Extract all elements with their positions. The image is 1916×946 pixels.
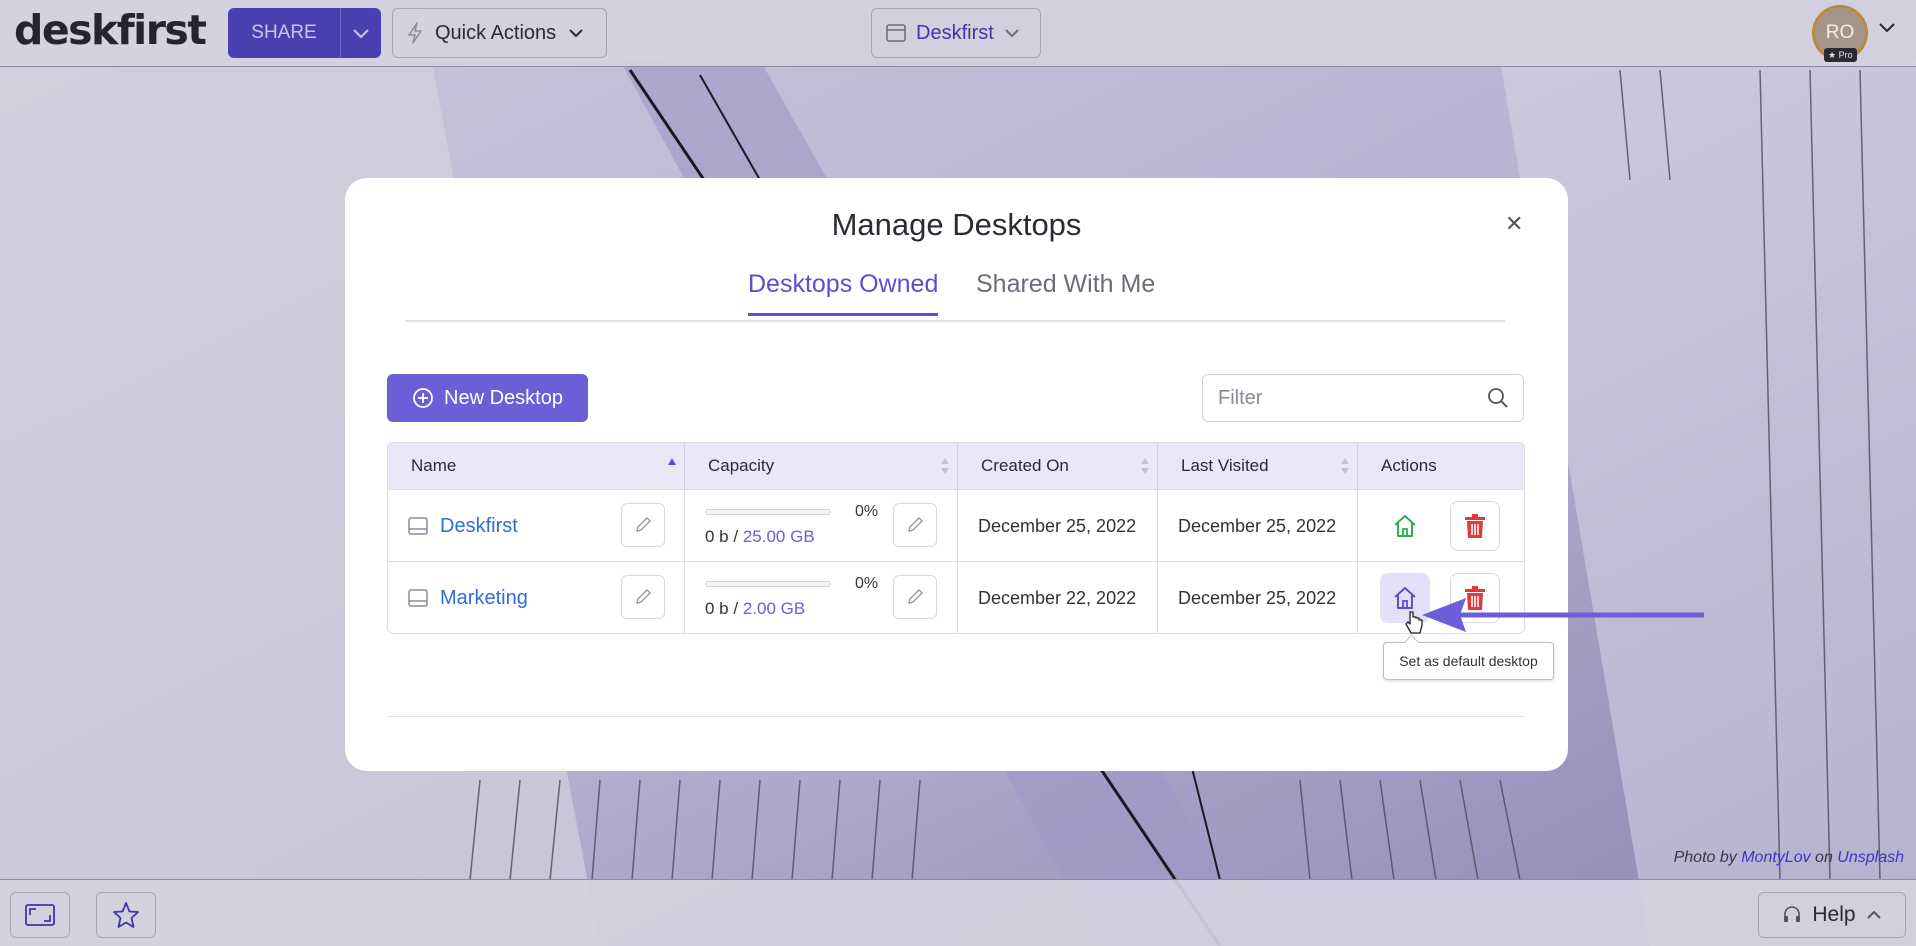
close-icon[interactable]: ✕	[1505, 212, 1523, 237]
new-desktop-label: New Desktop	[444, 386, 563, 409]
search-icon[interactable]	[1487, 387, 1509, 409]
new-desktop-button[interactable]: New Desktop	[387, 374, 588, 422]
home-icon	[1394, 587, 1416, 609]
fullscreen-icon	[25, 904, 55, 926]
pencil-icon	[908, 589, 923, 604]
edit-capacity-button[interactable]	[893, 575, 937, 619]
modal-divider	[387, 716, 1525, 717]
desktop-icon	[408, 589, 428, 607]
manage-desktops-modal: Manage Desktops ✕ Desktops Owned Shared …	[345, 178, 1568, 771]
created-on-cell: December 25, 2022	[958, 490, 1158, 562]
sort-icon	[1341, 458, 1349, 474]
column-header-label: Last Visited	[1181, 456, 1269, 475]
name-cell: Marketing	[388, 562, 685, 633]
desktop-selector-label: Deskfirst	[916, 21, 994, 44]
trash-icon	[1465, 514, 1485, 538]
credit-prefix: Photo by	[1673, 849, 1737, 866]
hand-cursor-icon	[1405, 611, 1423, 634]
author-link[interactable]: MontyLov	[1741, 849, 1810, 866]
star-icon	[113, 902, 139, 928]
desktop-icon	[408, 517, 428, 535]
table-header: Name Capacity Created On Last Visited Ac…	[388, 443, 1524, 489]
capacity-percent: 0%	[855, 503, 879, 520]
chevron-down-icon	[1005, 29, 1019, 38]
chevron-down-icon[interactable]	[1878, 22, 1896, 34]
chevron-up-icon	[1866, 910, 1881, 919]
favorites-button[interactable]	[96, 892, 156, 938]
actions-cell	[1358, 490, 1524, 562]
tab-desktops-owned[interactable]: Desktops Owned	[748, 270, 939, 316]
home-icon	[1394, 515, 1416, 537]
top-bar: deskfirst SHARE Quick Actions Deskfirst …	[0, 0, 1916, 67]
capacity-progress-bar	[705, 581, 831, 587]
edit-name-button[interactable]	[621, 575, 665, 619]
capacity-percent: 0%	[855, 575, 879, 592]
plus-circle-icon	[413, 388, 433, 408]
edit-capacity-button[interactable]	[893, 503, 937, 547]
lightning-icon	[408, 22, 422, 44]
column-header-last-visited[interactable]: Last Visited	[1158, 443, 1358, 489]
pencil-icon	[636, 517, 651, 532]
headset-icon	[1784, 906, 1801, 922]
column-header-capacity[interactable]: Capacity	[685, 443, 958, 489]
column-header-label: Capacity	[708, 456, 775, 475]
modal-title: Manage Desktops	[831, 207, 1082, 242]
last-visited-cell: December 25, 2022	[1158, 490, 1358, 562]
share-button-group: SHARE	[228, 8, 381, 58]
desktop-name-link[interactable]: Deskfirst	[440, 515, 518, 538]
quick-actions-button[interactable]: Quick Actions	[392, 8, 607, 58]
capacity-text: 0 b / 25.00 GB	[705, 527, 815, 546]
column-header-created-on[interactable]: Created On	[958, 443, 1158, 489]
last-visited-cell: December 25, 2022	[1158, 562, 1358, 633]
filter-input[interactable]	[1203, 375, 1473, 421]
capacity-text: 0 b / 2.00 GB	[705, 599, 806, 618]
photo-credit: Photo by MontyLov on Unsplash	[1674, 849, 1904, 867]
tooltip: Set as default desktop	[1383, 642, 1554, 680]
sort-ascending-icon	[668, 458, 676, 465]
pencil-icon	[908, 517, 923, 532]
pro-badge: ★ Pro	[1824, 48, 1857, 62]
unsplash-link[interactable]: Unsplash	[1837, 849, 1904, 866]
sort-icon	[941, 458, 949, 474]
chevron-down-icon	[569, 29, 583, 38]
column-header-name[interactable]: Name	[388, 443, 685, 489]
column-header-label: Actions	[1381, 456, 1437, 475]
help-button[interactable]: Help	[1758, 892, 1906, 938]
sort-icon	[1141, 458, 1149, 474]
column-header-actions: Actions	[1358, 443, 1524, 489]
filter-box	[1202, 374, 1524, 422]
desktop-selector[interactable]: Deskfirst	[871, 8, 1041, 58]
capacity-progress-bar	[705, 509, 831, 515]
pencil-icon	[636, 589, 651, 604]
column-header-label: Created On	[981, 456, 1069, 475]
desktop-icon	[886, 24, 906, 42]
deskfirst-logo[interactable]: deskfirst	[14, 6, 207, 54]
chevron-down-icon	[353, 29, 369, 39]
capacity-cell: 0% 0 b / 2.00 GB	[685, 562, 958, 633]
table-row: Deskfirst 0% 0 b / 25.00 GB December 25,…	[388, 489, 1524, 562]
fullscreen-button[interactable]	[10, 892, 70, 938]
delete-desktop-button[interactable]	[1450, 501, 1500, 551]
name-cell: Deskfirst	[388, 490, 685, 562]
annotation-arrow-icon	[1422, 598, 1704, 632]
desktops-table: Name Capacity Created On Last Visited Ac…	[387, 442, 1525, 634]
default-desktop-button[interactable]	[1380, 501, 1430, 551]
bottom-bar: Help	[0, 879, 1916, 946]
edit-name-button[interactable]	[621, 503, 665, 547]
tab-shared-with-me[interactable]: Shared With Me	[976, 270, 1155, 313]
help-label: Help	[1812, 903, 1856, 926]
share-button[interactable]: SHARE	[228, 22, 340, 44]
table-row: Marketing 0% 0 b / 2.00 GB December 22, …	[388, 561, 1524, 633]
created-on-cell: December 22, 2022	[958, 562, 1158, 633]
credit-on: on	[1815, 849, 1833, 866]
column-header-label: Name	[411, 456, 457, 475]
quick-actions-label: Quick Actions	[435, 21, 557, 44]
share-dropdown-button[interactable]	[341, 27, 381, 39]
capacity-cell: 0% 0 b / 25.00 GB	[685, 490, 958, 562]
avatar-initials: RO	[1825, 22, 1855, 43]
desktop-name-link[interactable]: Marketing	[440, 587, 528, 610]
tabs: Desktops Owned Shared With Me	[405, 256, 1505, 322]
